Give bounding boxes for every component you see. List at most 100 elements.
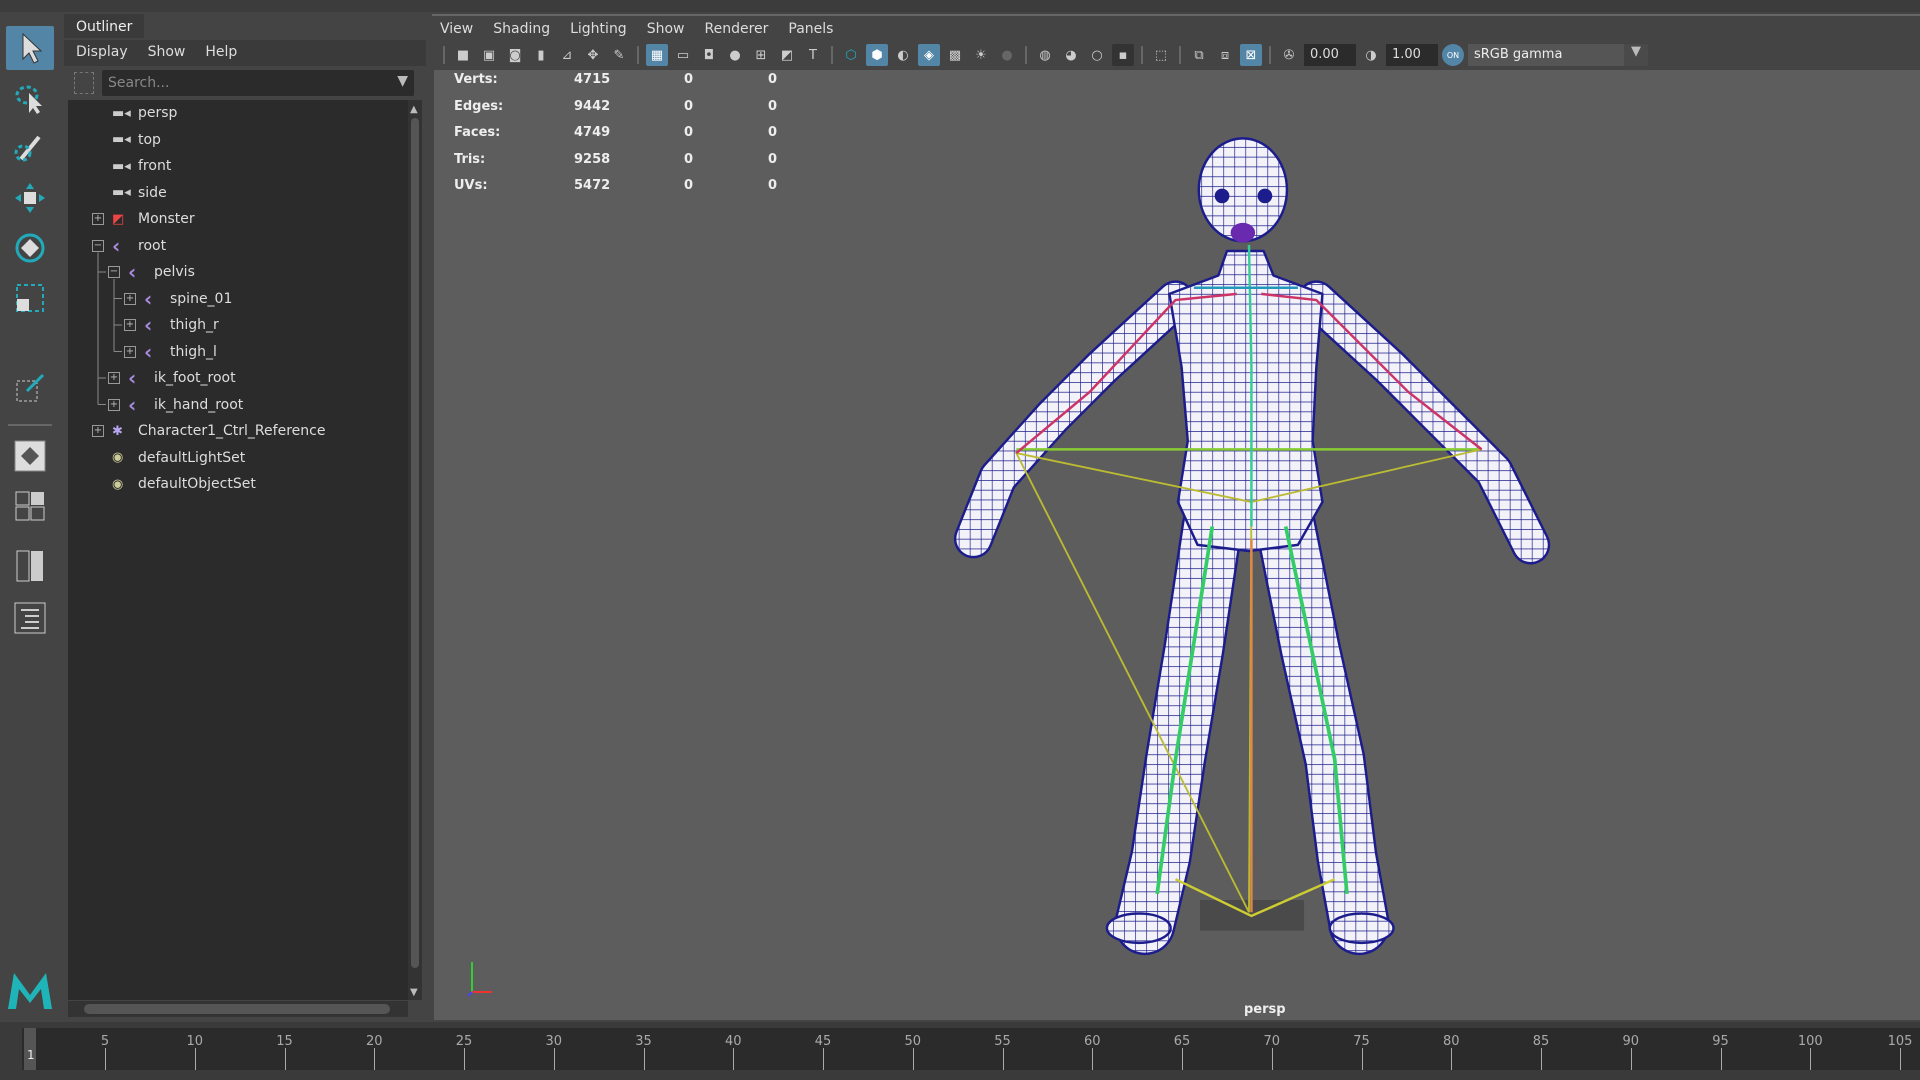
soft-mod-tool[interactable] (6, 366, 54, 410)
expand-icon[interactable]: + (124, 292, 136, 305)
search-placeholder: Search... (108, 75, 170, 91)
filter-icon[interactable] (74, 72, 94, 94)
shadows-icon[interactable]: ● (996, 44, 1018, 66)
expand-icon[interactable]: + (92, 213, 104, 225)
time-slider-track[interactable]: 1 5 10 15 20 25 30 35 40 45 50 55 60 65 70 75 80 85 90 95 1… (22, 1028, 1920, 1070)
anti-aliasing-icon[interactable]: ○ (1086, 44, 1108, 66)
outliner-item[interactable]: ◉ defaultLightSet (112, 445, 245, 471)
3d-viewport[interactable]: Verts: 4715 0 0 Edges: 9442 0 0 Faces: 4749 0 0 Tris… (434, 70, 1920, 1020)
search-input[interactable]: Search... ▼ (102, 70, 414, 96)
layout-two-icon (16, 550, 43, 582)
wireframe-icon[interactable]: ⬡ (840, 44, 862, 66)
collapse-icon[interactable]: − (108, 266, 120, 278)
frame-tick (464, 1048, 465, 1070)
textured-icon[interactable]: ▩ (944, 44, 966, 66)
outliner-item[interactable]: ▬◂ persp (112, 100, 177, 126)
view-transform-dropdown[interactable]: sRGB gamma ▼ (1468, 44, 1648, 66)
outliner-item[interactable]: ‹ pelvis (128, 259, 195, 285)
lock-camera-icon[interactable]: ▣ (478, 44, 500, 66)
outliner-item[interactable]: ‹ spine_01 (144, 286, 232, 312)
four-pane-layout[interactable] (6, 484, 54, 528)
image-plane-icon[interactable]: ⊿ (556, 44, 578, 66)
menu-view[interactable]: View (440, 21, 473, 40)
safe-title-icon[interactable]: T (802, 44, 824, 66)
menu-show[interactable]: Show (148, 44, 186, 66)
outliner-item[interactable]: ‹ thigh_l (144, 339, 217, 365)
gamma-field[interactable]: 1.00 (1386, 44, 1438, 66)
outliner-item[interactable]: ‹ thigh_r (144, 312, 219, 338)
lasso-tool[interactable] (6, 76, 54, 120)
vertical-scrollbar[interactable]: ▲ ▼ (408, 100, 422, 1000)
outliner-item[interactable]: ◉ defaultObjectSet (112, 471, 256, 497)
exposure-field[interactable]: 0.00 (1304, 44, 1356, 66)
depth-of-field-icon[interactable]: ▪ (1112, 44, 1134, 66)
gamma-icon[interactable]: ◑ (1360, 44, 1382, 66)
resolution-gate-icon[interactable]: ◘ (698, 44, 720, 66)
isolate-select-icon[interactable]: ⬚ (1150, 44, 1172, 66)
outliner-item[interactable]: ▬◂ top (112, 127, 161, 153)
menu-panels[interactable]: Panels (788, 21, 833, 40)
frame-label: 50 (904, 1034, 922, 1049)
menu-lighting[interactable]: Lighting (570, 21, 627, 40)
horizontal-scrollbar[interactable] (68, 1001, 408, 1017)
scroll-down-icon[interactable]: ▼ (410, 987, 418, 998)
expand-icon[interactable]: + (108, 372, 120, 384)
grid-icon[interactable]: ▦ (646, 44, 668, 66)
collapse-icon[interactable]: − (92, 239, 104, 252)
rotate-tool[interactable] (6, 226, 54, 270)
frame-tick (733, 1048, 735, 1070)
menu-help[interactable]: Help (205, 44, 237, 66)
select-camera-icon[interactable]: ■ (452, 44, 474, 66)
time-slider[interactable]: 1 5 10 15 20 25 30 35 40 45 50 55 60 65 70 75 80 85 90 95 1… (0, 1022, 1920, 1080)
bookmark-icon[interactable]: ▮ (530, 44, 552, 66)
single-pane-layout[interactable] (6, 434, 54, 478)
2d-pan-zoom-icon[interactable]: ✥ (582, 44, 604, 66)
search-dropdown-icon[interactable]: ▼ (397, 73, 408, 89)
film-gate-icon[interactable]: ▭ (672, 44, 694, 66)
h-scroll-thumb[interactable] (84, 1004, 390, 1014)
expand-icon[interactable]: + (124, 319, 136, 331)
menu-show[interactable]: Show (647, 21, 685, 40)
move-tool[interactable] (6, 176, 54, 220)
xray-icon[interactable]: ⧉ (1188, 44, 1210, 66)
toolbar-separator (443, 46, 445, 64)
scale-tool[interactable] (6, 276, 54, 320)
axis-indicator-icon (467, 962, 492, 997)
smooth-shade-icon[interactable]: ⬢ (866, 44, 888, 66)
outliner-item[interactable]: ‹ ik_foot_root (128, 365, 236, 391)
scroll-up-icon[interactable]: ▲ (410, 104, 420, 115)
outliner-item[interactable]: ‹ root (112, 233, 166, 259)
motion-blur-icon[interactable]: ◕ (1060, 44, 1082, 66)
wireframe-on-shaded-icon[interactable]: ◈ (918, 44, 940, 66)
screen-space-ao-icon[interactable]: ◍ (1034, 44, 1056, 66)
menu-display[interactable]: Display (76, 44, 128, 66)
expand-icon[interactable]: + (124, 345, 136, 358)
menu-renderer[interactable]: Renderer (704, 21, 768, 40)
expand-icon[interactable]: + (108, 398, 120, 411)
grease-pencil-icon[interactable]: ✎ (608, 44, 630, 66)
xray-joints-icon[interactable]: ⊠ (1240, 44, 1262, 66)
select-tool[interactable] (6, 26, 54, 70)
chevron-down-icon[interactable]: ▼ (1624, 44, 1648, 66)
exposure-icon[interactable]: ✇ (1278, 44, 1300, 66)
default-material-icon[interactable]: ◐ (892, 44, 914, 66)
field-chart-icon[interactable]: ⊞ (750, 44, 772, 66)
safe-action-icon[interactable]: ◩ (776, 44, 798, 66)
scroll-thumb[interactable] (411, 118, 419, 968)
camera-attributes-icon[interactable]: ◙ (504, 44, 526, 66)
outliner-item[interactable]: ‹ ik_hand_root (128, 392, 243, 418)
color-management-toggle[interactable]: ON (1442, 44, 1464, 66)
outliner-item[interactable]: ▬◂ side (112, 180, 167, 206)
xray-active-icon[interactable]: ⧈ (1214, 44, 1236, 66)
use-all-lights-icon[interactable]: ☀ (970, 44, 992, 66)
outliner-tab[interactable]: Outliner (64, 14, 144, 38)
outliner-item[interactable]: ▬◂ front (112, 153, 171, 179)
outliner-item[interactable]: ◩ Monster (112, 206, 195, 232)
outliner-item[interactable]: ✱ Character1_Ctrl_Reference (112, 418, 325, 444)
menu-shading[interactable]: Shading (493, 21, 550, 40)
paint-select-tool[interactable] (6, 126, 54, 170)
outliner-layout[interactable] (6, 596, 54, 640)
gate-mask-icon[interactable]: ● (724, 44, 746, 66)
expand-icon[interactable]: + (92, 425, 104, 437)
two-pane-layout[interactable] (6, 544, 54, 588)
